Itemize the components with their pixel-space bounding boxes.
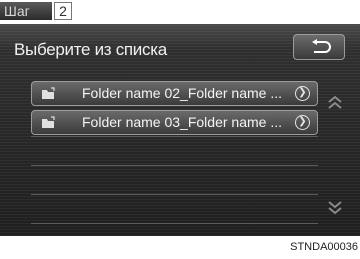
return-arrow-icon [312,39,331,53]
folder-icon [42,116,55,128]
step-header: Шаг 2 [0,0,360,22]
list-divider [31,136,318,137]
scroll-down-button[interactable] [324,196,346,218]
folder-list: Folder name 02_Folder name ... ❯ Folder … [31,81,318,139]
double-chevron-down-icon [328,201,342,215]
step-label: Шаг [0,2,52,20]
screen: Выберите из списка Folder name 02_Folder… [0,24,360,236]
double-chevron-up-icon [328,95,342,109]
list-divider [31,194,318,195]
list-divider [31,223,318,224]
chevron-right-circle-icon: ❯ [295,86,310,101]
list-item[interactable]: Folder name 03_Folder name ... ❯ [31,110,318,135]
folder-icon [42,87,55,99]
step-number: 2 [54,2,72,20]
figure-code: STNDA00036 [290,241,358,253]
chevron-right-circle-icon: ❯ [295,115,310,130]
list-item-label: Folder name 03_Folder name ... [82,114,282,130]
screen-title: Выберите из списка [14,40,167,59]
list-item-label: Folder name 02_Folder name ... [82,85,282,101]
back-button[interactable] [293,34,345,60]
scroll-up-button[interactable] [324,92,346,114]
list-item[interactable]: Folder name 02_Folder name ... ❯ [31,81,318,106]
list-divider [31,165,318,166]
